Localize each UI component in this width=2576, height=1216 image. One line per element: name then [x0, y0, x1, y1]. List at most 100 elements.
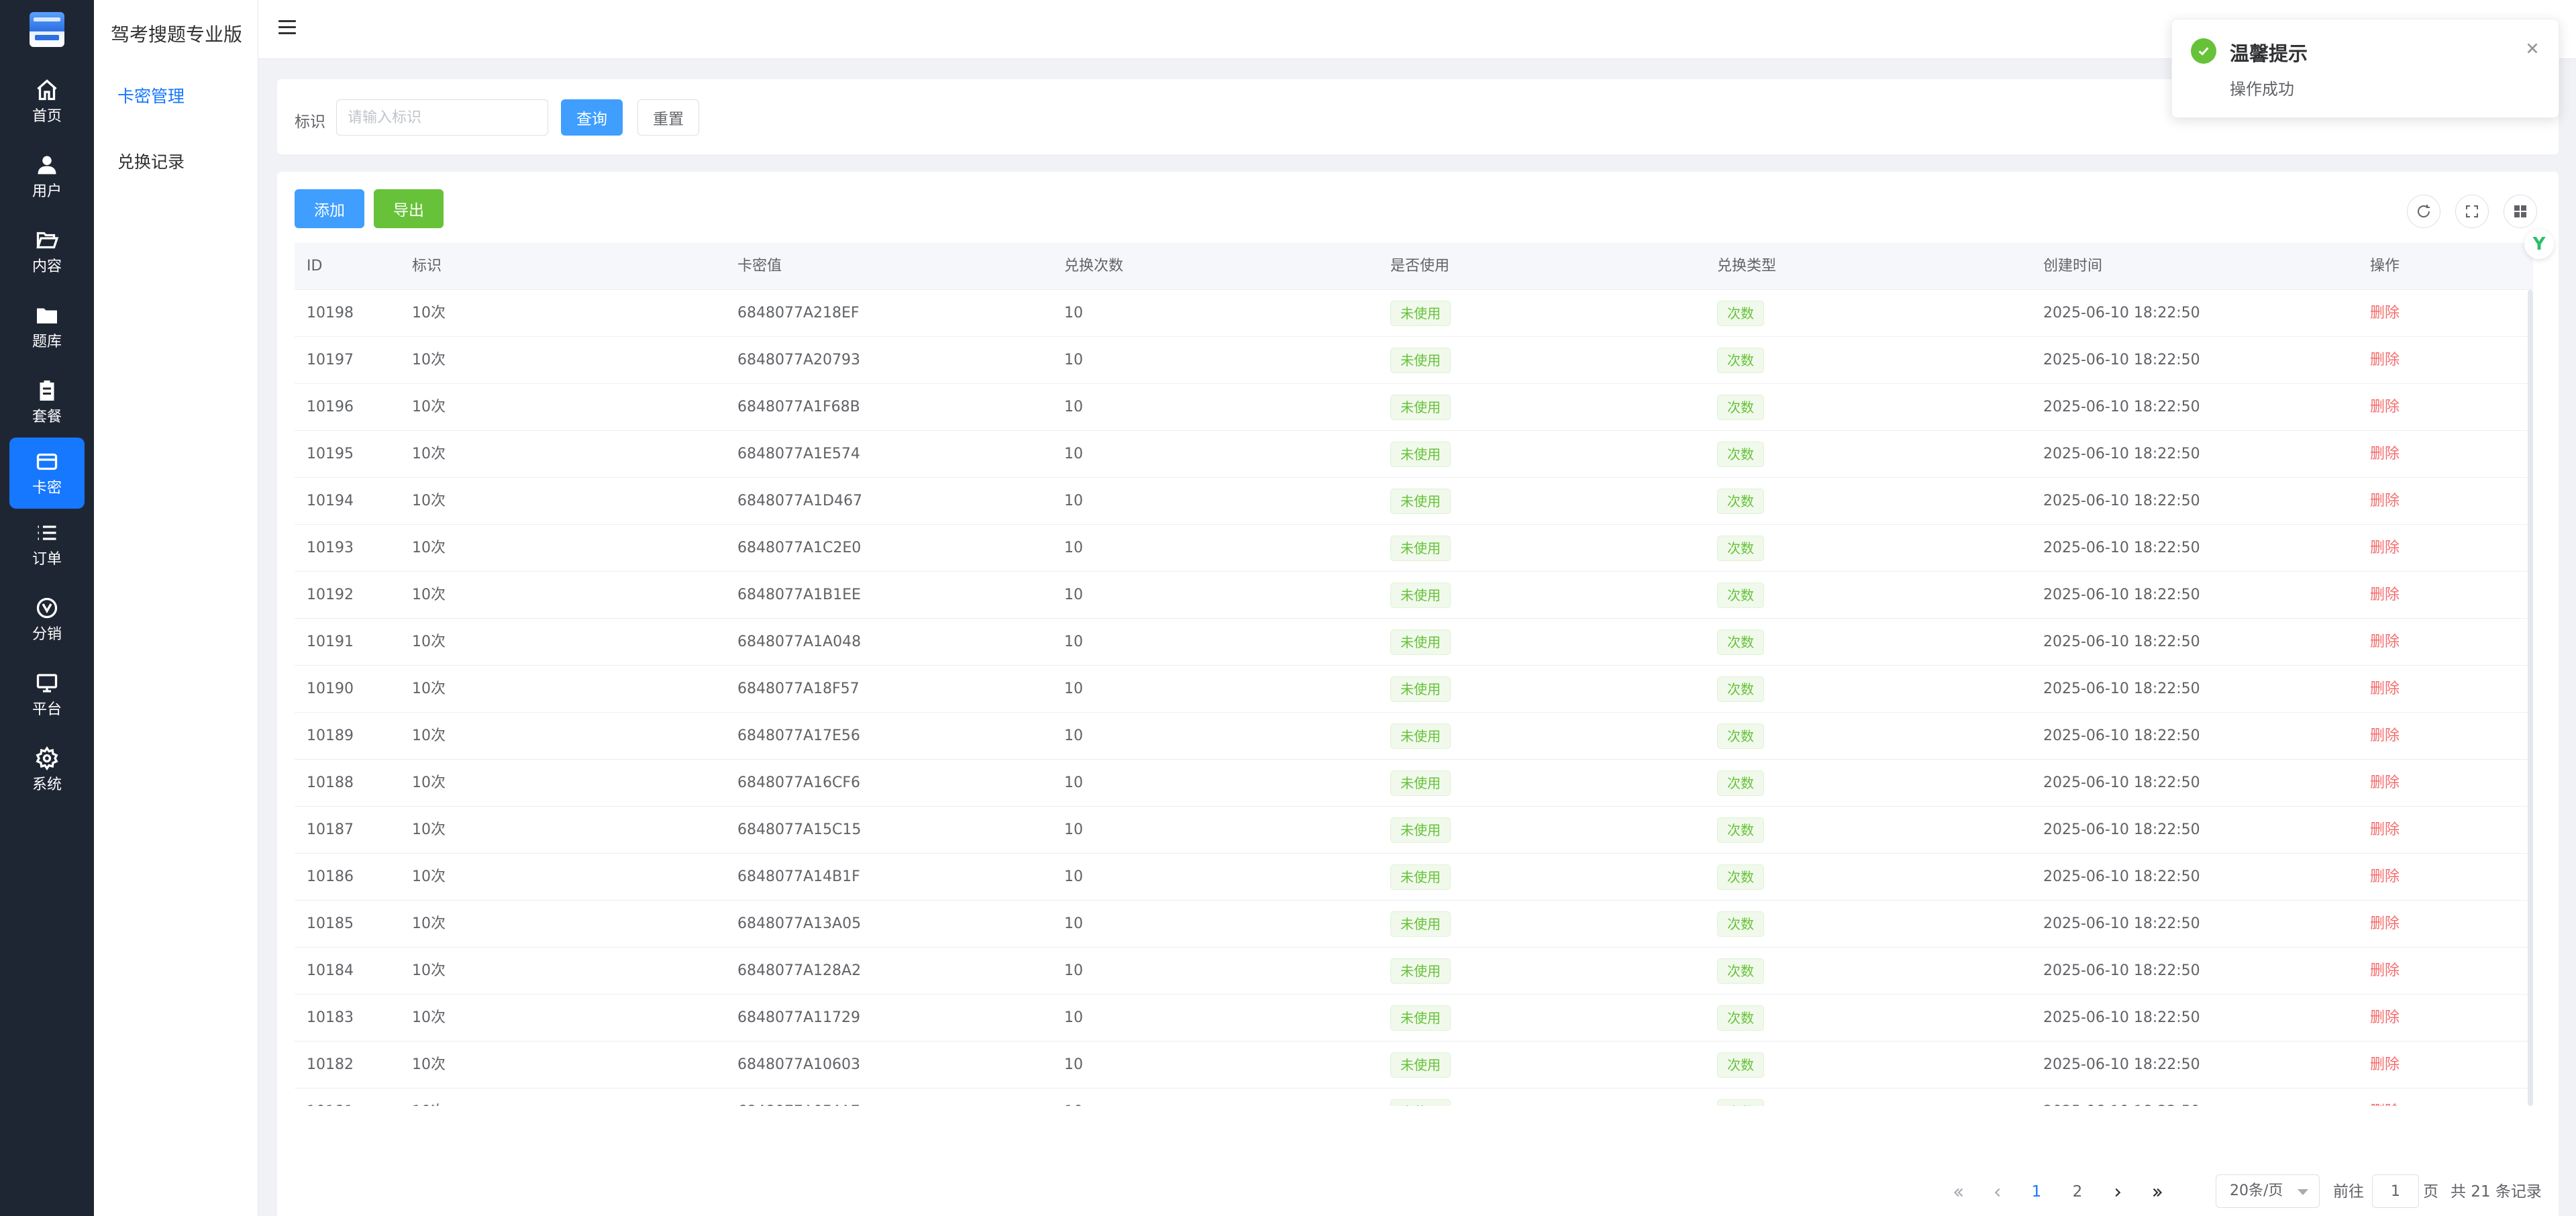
- rail-item-question-bank[interactable]: 题库: [9, 291, 85, 362]
- first-page-icon[interactable]: [1943, 1173, 1975, 1211]
- delete-button[interactable]: 删除: [2370, 337, 2400, 384]
- table-row: 10185 10次 6848077A13A05 10 未使用 次数 2025-06-10 1…: [295, 901, 2533, 948]
- status-badge: 未使用: [1390, 582, 1451, 608]
- cell-used: 未使用: [1390, 760, 1451, 807]
- delete-button[interactable]: 删除: [2370, 995, 2400, 1042]
- cell-code: 6848077A0F4A7: [737, 1088, 860, 1106]
- cell-id: 10194: [307, 493, 354, 509]
- delete-button[interactable]: 删除: [2370, 1042, 2400, 1088]
- cell-created: 2025-06-10 18:22:50: [2043, 399, 2200, 415]
- cell-tag: 10次: [412, 634, 446, 650]
- delete-button[interactable]: 删除: [2370, 854, 2400, 901]
- cell-id: 10184: [307, 962, 354, 979]
- cell-id: 10181: [307, 1088, 354, 1106]
- last-page-icon[interactable]: [2141, 1173, 2173, 1211]
- cell-code: 6848077A13A05: [737, 915, 862, 932]
- cell-used: 未使用: [1390, 854, 1451, 901]
- rail-item-system[interactable]: 系统: [9, 734, 85, 805]
- fullscreen-icon[interactable]: [2455, 195, 2489, 228]
- cell-id: 10185: [307, 915, 354, 932]
- status-badge: 未使用: [1390, 536, 1451, 561]
- table-scrollbar[interactable]: [2528, 290, 2533, 1106]
- delete-button[interactable]: 删除: [2370, 666, 2400, 713]
- status-badge: 未使用: [1390, 301, 1451, 326]
- cell-used: 未使用: [1390, 666, 1451, 713]
- delete-button[interactable]: 删除: [2370, 290, 2400, 337]
- add-button[interactable]: 添加: [295, 189, 364, 228]
- cell-created: 2025-06-10 18:22:50: [2043, 868, 2200, 885]
- status-badge: 次数: [1717, 864, 1764, 890]
- table-row: 10190 10次 6848077A18F57 10 未使用 次数 2025-06-10 1…: [295, 666, 2533, 713]
- cell-type: 次数: [1717, 948, 1764, 995]
- secondary-menu: 驾考搜题专业版 卡密管理 兑换记录: [94, 0, 258, 1216]
- cell-tag: 10次: [412, 399, 446, 415]
- table-row: 10195 10次 6848077A1E574 10 未使用 次数 2025-06-10 1…: [295, 431, 2533, 478]
- delete-button[interactable]: 删除: [2370, 807, 2400, 854]
- column-header-created: 创建时间: [2043, 258, 2103, 274]
- close-icon[interactable]: [2524, 40, 2541, 57]
- rail-item-label: 卡密: [32, 480, 62, 497]
- table-row: 10188 10次 6848077A16CF6 10 未使用 次数 2025-06-10 1…: [295, 760, 2533, 807]
- refresh-icon[interactable]: [2407, 195, 2440, 228]
- cell-used: 未使用: [1390, 337, 1451, 384]
- cell-used: 未使用: [1390, 572, 1451, 619]
- rail-item-content[interactable]: 内容: [9, 216, 85, 287]
- submenu-item-card-management[interactable]: 卡密管理: [117, 83, 185, 107]
- status-badge: 未使用: [1390, 770, 1451, 796]
- status-badge: 未使用: [1390, 629, 1451, 655]
- cell-used: 未使用: [1390, 290, 1451, 337]
- cell-created: 2025-06-10 18:22:50: [2043, 352, 2200, 368]
- rail-item-user[interactable]: 用户: [9, 141, 85, 212]
- cell-tag: 10次: [412, 587, 446, 603]
- delete-button[interactable]: 删除: [2370, 948, 2400, 995]
- status-badge: 次数: [1717, 958, 1764, 984]
- status-badge: 未使用: [1390, 676, 1451, 702]
- assistant-badge-icon[interactable]: Y: [2524, 230, 2554, 259]
- rail-item-platform[interactable]: 平台: [9, 659, 85, 730]
- search-input[interactable]: [336, 99, 548, 136]
- next-page-icon[interactable]: [2102, 1173, 2134, 1211]
- submenu-item-redeem-records[interactable]: 兑换记录: [117, 149, 185, 173]
- prev-page-icon[interactable]: [1981, 1173, 2014, 1211]
- delete-button[interactable]: 删除: [2370, 384, 2400, 431]
- cell-tag: 10次: [412, 540, 446, 556]
- cell-tag: 10次: [412, 821, 446, 838]
- status-badge: 未使用: [1390, 442, 1451, 467]
- notification-toast: 温馨提示 操作成功: [2171, 19, 2559, 118]
- menu-toggle-icon[interactable]: [278, 20, 296, 36]
- delete-button[interactable]: 删除: [2370, 1088, 2400, 1106]
- page-size-select[interactable]: 20条/页: [2216, 1174, 2320, 1208]
- status-badge: 次数: [1717, 536, 1764, 561]
- status-badge: 未使用: [1390, 1005, 1451, 1031]
- rail-item-home[interactable]: 首页: [9, 66, 85, 137]
- rail-item-package[interactable]: 套餐: [9, 366, 85, 438]
- status-badge: 次数: [1717, 770, 1764, 796]
- cell-used: 未使用: [1390, 995, 1451, 1042]
- delete-button[interactable]: 删除: [2370, 525, 2400, 572]
- page-number-2[interactable]: 2: [2061, 1173, 2094, 1211]
- delete-button[interactable]: 删除: [2370, 760, 2400, 807]
- goto-page-input[interactable]: [2372, 1174, 2419, 1208]
- cell-id: 10186: [307, 868, 354, 885]
- page-number-1[interactable]: 1: [2020, 1173, 2053, 1211]
- delete-button[interactable]: 删除: [2370, 478, 2400, 525]
- rail-item-card[interactable]: 卡密: [9, 438, 85, 509]
- cell-created: 2025-06-10 18:22:50: [2043, 446, 2200, 462]
- query-button[interactable]: 查询: [561, 99, 623, 136]
- delete-button[interactable]: 删除: [2370, 431, 2400, 478]
- cell-id: 10191: [307, 634, 354, 650]
- export-button[interactable]: 导出: [374, 189, 444, 228]
- delete-button[interactable]: 删除: [2370, 572, 2400, 619]
- cell-type: 次数: [1717, 384, 1764, 431]
- app-title: 驾考搜题专业版: [111, 23, 243, 46]
- rail-item-order[interactable]: 订单: [9, 509, 85, 580]
- rail-item-distribution[interactable]: 分销: [9, 584, 85, 655]
- cell-code: 6848077A16CF6: [737, 774, 861, 791]
- delete-button[interactable]: 删除: [2370, 901, 2400, 948]
- rail-item-label: 订单: [32, 551, 62, 568]
- reset-button[interactable]: 重置: [637, 99, 699, 136]
- delete-button[interactable]: 删除: [2370, 713, 2400, 760]
- icon-rail: 首页 用户 内容 题库 套餐 卡密 订单 分销 平台 系统: [0, 0, 94, 1216]
- column-settings-icon[interactable]: [2504, 195, 2537, 228]
- delete-button[interactable]: 删除: [2370, 619, 2400, 666]
